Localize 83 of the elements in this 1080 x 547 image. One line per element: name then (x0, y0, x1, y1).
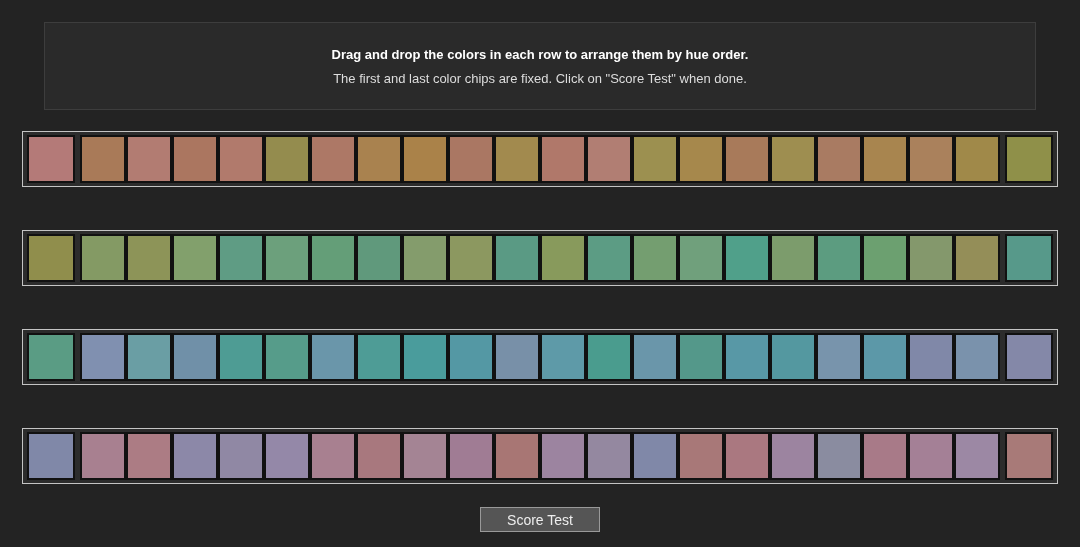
color-chip[interactable] (954, 432, 1000, 480)
color-chip[interactable] (494, 432, 540, 480)
color-chip[interactable] (80, 333, 126, 381)
color-chip[interactable] (172, 333, 218, 381)
color-chip[interactable] (724, 135, 770, 183)
color-chip[interactable] (678, 234, 724, 282)
color-chip[interactable] (310, 333, 356, 381)
color-chip[interactable] (678, 333, 724, 381)
color-chip[interactable] (862, 432, 908, 480)
color-chip[interactable] (356, 333, 402, 381)
color-chip[interactable] (540, 234, 586, 282)
color-chip[interactable] (126, 135, 172, 183)
color-chip[interactable] (402, 135, 448, 183)
instructions-text: The first and last color chips are fixed. Click on "Score Test" when done. (333, 70, 747, 86)
color-chip[interactable] (310, 432, 356, 480)
color-chip[interactable] (448, 234, 494, 282)
color-chip[interactable] (632, 432, 678, 480)
color-chip[interactable] (724, 333, 770, 381)
color-chip[interactable] (678, 135, 724, 183)
color-chip[interactable] (494, 135, 540, 183)
score-test-button[interactable]: Score Test (480, 507, 600, 532)
color-chip[interactable] (586, 234, 632, 282)
color-chip[interactable] (678, 432, 724, 480)
color-chip[interactable] (264, 234, 310, 282)
color-chip[interactable] (862, 135, 908, 183)
color-chip[interactable] (816, 135, 862, 183)
color-chip[interactable] (862, 333, 908, 381)
color-chip[interactable] (586, 135, 632, 183)
color-chip[interactable] (80, 234, 126, 282)
color-chip[interactable] (264, 432, 310, 480)
color-chip[interactable] (770, 432, 816, 480)
color-chip[interactable] (448, 135, 494, 183)
color-chip[interactable] (172, 432, 218, 480)
color-chip[interactable] (218, 333, 264, 381)
color-chip[interactable] (126, 333, 172, 381)
color-chip[interactable] (724, 234, 770, 282)
color-chip[interactable] (218, 432, 264, 480)
color-chip[interactable] (540, 333, 586, 381)
color-chip[interactable] (540, 135, 586, 183)
color-chip[interactable] (862, 234, 908, 282)
instructions-title: Drag and drop the colors in each row to arrange them by hue order. (331, 46, 749, 62)
color-chip[interactable] (770, 333, 816, 381)
color-chip[interactable] (632, 333, 678, 381)
color-chip[interactable] (310, 234, 356, 282)
color-chip[interactable] (954, 135, 1000, 183)
color-chip[interactable] (632, 135, 678, 183)
color-chip[interactable] (218, 135, 264, 183)
color-chip[interactable] (126, 234, 172, 282)
color-chip[interactable] (954, 333, 1000, 381)
color-chip[interactable] (264, 333, 310, 381)
color-chip[interactable] (908, 234, 954, 282)
color-chip[interactable] (770, 135, 816, 183)
color-chip[interactable] (494, 234, 540, 282)
color-chip[interactable] (402, 234, 448, 282)
color-chip[interactable] (80, 432, 126, 480)
color-chip[interactable] (218, 234, 264, 282)
color-chip[interactable] (954, 234, 1000, 282)
color-chip[interactable] (586, 432, 632, 480)
color-chip[interactable] (310, 135, 356, 183)
color-chip[interactable] (816, 333, 862, 381)
color-chip[interactable] (494, 333, 540, 381)
color-chip[interactable] (264, 135, 310, 183)
color-chip[interactable] (356, 432, 402, 480)
color-chip[interactable] (724, 432, 770, 480)
color-chip[interactable] (402, 333, 448, 381)
color-chip[interactable] (540, 432, 586, 480)
color-chip[interactable] (908, 432, 954, 480)
color-chip[interactable] (172, 234, 218, 282)
color-chip[interactable] (816, 432, 862, 480)
color-chip[interactable] (908, 135, 954, 183)
color-chip[interactable] (448, 333, 494, 381)
color-chip[interactable] (448, 432, 494, 480)
color-chip[interactable] (632, 234, 678, 282)
color-chip[interactable] (908, 333, 954, 381)
color-chip[interactable] (172, 135, 218, 183)
color-chip[interactable] (80, 135, 126, 183)
color-chip[interactable] (586, 333, 632, 381)
color-chip[interactable] (402, 432, 448, 480)
color-chip[interactable] (816, 234, 862, 282)
color-chip[interactable] (770, 234, 816, 282)
color-chip[interactable] (356, 135, 402, 183)
color-chip[interactable] (126, 432, 172, 480)
color-chip[interactable] (356, 234, 402, 282)
